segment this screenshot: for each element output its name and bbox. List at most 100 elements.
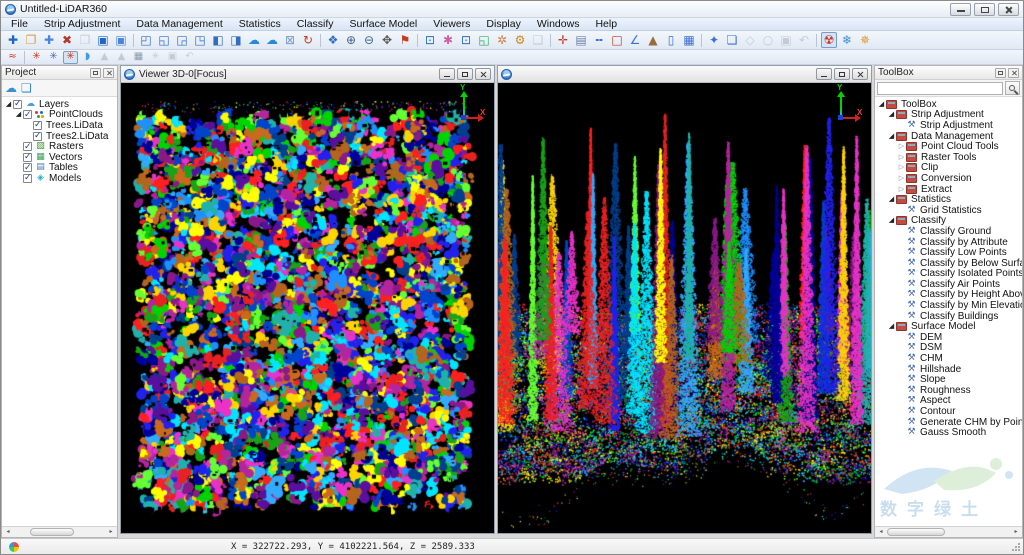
close-button[interactable] xyxy=(998,3,1019,16)
tree-item-trees2-lidata[interactable]: Trees2.LiData xyxy=(2,131,117,142)
toolbox-float-button[interactable] xyxy=(995,68,1006,78)
zoom-in-button[interactable]: ⊕ xyxy=(343,32,359,48)
scroll-left-icon[interactable]: ◂ xyxy=(876,527,886,537)
menu-item-statistics[interactable]: Statistics xyxy=(231,18,289,30)
tree-item-dsm[interactable]: ⚒DSM xyxy=(875,343,1022,354)
select-lasso-button[interactable]: ✦ xyxy=(706,32,722,48)
remove-layer-button[interactable]: ✖ xyxy=(59,32,75,48)
menu-item-file[interactable]: File xyxy=(3,18,36,30)
tree-item-classify-buildings[interactable]: ⚒Classify Buildings xyxy=(875,311,1022,322)
expander-icon[interactable]: ◢ xyxy=(877,101,886,108)
save-button[interactable]: ▣ xyxy=(95,32,111,48)
menu-item-surface-model[interactable]: Surface Model xyxy=(342,18,426,30)
menu-item-viewers[interactable]: Viewers xyxy=(425,18,478,30)
toolbox-h-scrollbar[interactable]: ◂ ▸ xyxy=(875,526,1022,537)
tree-item-strip-adjustment[interactable]: ◢Strip Adjustment xyxy=(875,110,1022,121)
menu-item-strip-adjustment[interactable]: Strip Adjustment xyxy=(36,18,128,30)
checkbox[interactable] xyxy=(33,121,42,130)
viewer-minimize-button[interactable] xyxy=(439,68,455,80)
checkbox[interactable] xyxy=(23,174,32,183)
zoom-out-button[interactable]: ⊖ xyxy=(361,32,377,48)
pin-view-button[interactable]: ⚑ xyxy=(397,32,413,48)
project-h-scrollbar[interactable]: ◂ ▸ xyxy=(2,526,117,537)
view-right-button[interactable]: ◳ xyxy=(192,32,208,48)
expander-icon[interactable]: ◢ xyxy=(887,217,896,224)
view-top-button[interactable]: ◰ xyxy=(138,32,154,48)
menu-item-data-management[interactable]: Data Management xyxy=(128,18,230,30)
tree-item-dem[interactable]: ⚒DEM xyxy=(875,332,1022,343)
viewer-close-button[interactable] xyxy=(852,68,868,80)
view-front-button[interactable]: ◧ xyxy=(210,32,226,48)
tree-item-roughness[interactable]: ⚒Roughness xyxy=(875,385,1022,396)
profile-tool-button[interactable]: ✳ xyxy=(29,51,44,64)
toolbox-search-button[interactable] xyxy=(1005,81,1020,95)
toolbox-close-button[interactable] xyxy=(1008,68,1019,78)
layer-manager-button[interactable]: ❏ xyxy=(21,82,32,94)
display-by-height-button[interactable]: ⊡ xyxy=(422,32,438,48)
checkbox[interactable] xyxy=(23,163,32,172)
display-settings-button[interactable]: ⚙ xyxy=(512,32,528,48)
expander-icon[interactable]: ◢ xyxy=(887,196,896,203)
measure-info-button[interactable]: ▤ xyxy=(573,32,589,48)
tree-item-data-management[interactable]: ◢Data Management xyxy=(875,131,1022,142)
plot-profile-button[interactable]: ≈ xyxy=(5,51,20,64)
tree-item-classify-by-height-above-gro[interactable]: ⚒Classify by Height Above Gro xyxy=(875,290,1022,301)
tree-item-models[interactable]: ◈Models xyxy=(2,173,117,184)
tree-item-tables[interactable]: ▤Tables xyxy=(2,163,117,174)
tree-item-toolbox[interactable]: ◢ToolBox xyxy=(875,99,1022,110)
tree-item-clip[interactable]: ▷Clip xyxy=(875,163,1022,174)
viewer-close-button[interactable] xyxy=(475,68,491,80)
view-left-button[interactable]: ◲ xyxy=(174,32,190,48)
checkbox[interactable] xyxy=(33,132,42,141)
tree-item-pointclouds[interactable]: ◢PointClouds xyxy=(2,110,117,121)
viewer-minimize-button[interactable] xyxy=(816,68,832,80)
expander-icon[interactable]: ◢ xyxy=(14,111,23,118)
scroll-right-icon[interactable]: ▸ xyxy=(1011,527,1021,537)
tree-item-grid-statistics[interactable]: ⚒Grid Statistics xyxy=(875,205,1022,216)
scroll-thumb[interactable] xyxy=(887,528,945,536)
view-iso-b-button[interactable]: ☁ xyxy=(264,32,280,48)
scroll-right-icon[interactable]: ▸ xyxy=(106,527,116,537)
viewer-restore-button[interactable] xyxy=(834,68,850,80)
measure-distance-button[interactable]: ╍ xyxy=(591,32,607,48)
profile-grid-button[interactable]: ▦ xyxy=(131,51,146,64)
pan-button[interactable]: ✥ xyxy=(379,32,395,48)
menu-item-display[interactable]: Display xyxy=(478,18,528,30)
display-by-blend-button[interactable]: ✲ xyxy=(494,32,510,48)
menu-item-classify[interactable]: Classify xyxy=(289,18,342,30)
add-annotation-button[interactable]: ◗ xyxy=(80,51,95,64)
view-back-button[interactable]: ◨ xyxy=(228,32,244,48)
tree-item-statistics[interactable]: ◢Statistics xyxy=(875,194,1022,205)
viewer-3d-top-canvas[interactable] xyxy=(121,83,494,533)
viewer-restore-button[interactable] xyxy=(457,68,473,80)
tree-item-classify-isolated-points[interactable]: ⚒Classify Isolated Points xyxy=(875,269,1022,280)
expander-icon[interactable]: ◢ xyxy=(4,101,13,108)
tree-item-trees-lidata[interactable]: Trees.LiData xyxy=(2,120,117,131)
tree-item-extract[interactable]: ▷Extract xyxy=(875,184,1022,195)
project-close-button[interactable] xyxy=(103,68,114,78)
tree-item-classify-by-below-surface[interactable]: ⚒Classify by Below Surface xyxy=(875,258,1022,269)
viewer-left-titlebar[interactable]: Viewer 3D-0[Focus] xyxy=(121,66,494,83)
tree-item-classify-by-attribute[interactable]: ⚒Classify by Attribute xyxy=(875,237,1022,248)
zoom-extent-button[interactable]: ❖ xyxy=(325,32,341,48)
tree-item-gauss-smooth[interactable]: ⚒Gauss Smooth xyxy=(875,427,1022,438)
expander-icon[interactable]: ▷ xyxy=(897,143,906,150)
measure-volume-button[interactable]: ▲ xyxy=(645,32,661,48)
expander-icon[interactable]: ◢ xyxy=(887,133,896,140)
tree-item-generate-chm-by-point-clou[interactable]: ⚒Generate CHM by Point Clou xyxy=(875,417,1022,428)
display-by-rgb-button[interactable]: ⊡ xyxy=(458,32,474,48)
expander-icon[interactable]: ◢ xyxy=(887,111,896,118)
view-iso-a-button[interactable]: ☁ xyxy=(246,32,262,48)
tree-item-conversion[interactable]: ▷Conversion xyxy=(875,173,1022,184)
checkbox[interactable] xyxy=(23,153,32,162)
tree-item-surface-model[interactable]: ◢Surface Model xyxy=(875,321,1022,332)
checkbox[interactable] xyxy=(23,110,32,119)
add-layer-button[interactable]: ✚ xyxy=(41,32,57,48)
cross-section-button[interactable]: ✳ xyxy=(46,51,61,64)
expander-icon[interactable]: ▷ xyxy=(897,186,906,193)
tree-item-vectors[interactable]: ▦Vectors xyxy=(2,152,117,163)
menu-item-windows[interactable]: Windows xyxy=(529,18,588,30)
tree-item-chm[interactable]: ⚒CHM xyxy=(875,353,1022,364)
maximize-button[interactable] xyxy=(974,3,995,16)
tree-item-rasters[interactable]: ▧Rasters xyxy=(2,141,117,152)
